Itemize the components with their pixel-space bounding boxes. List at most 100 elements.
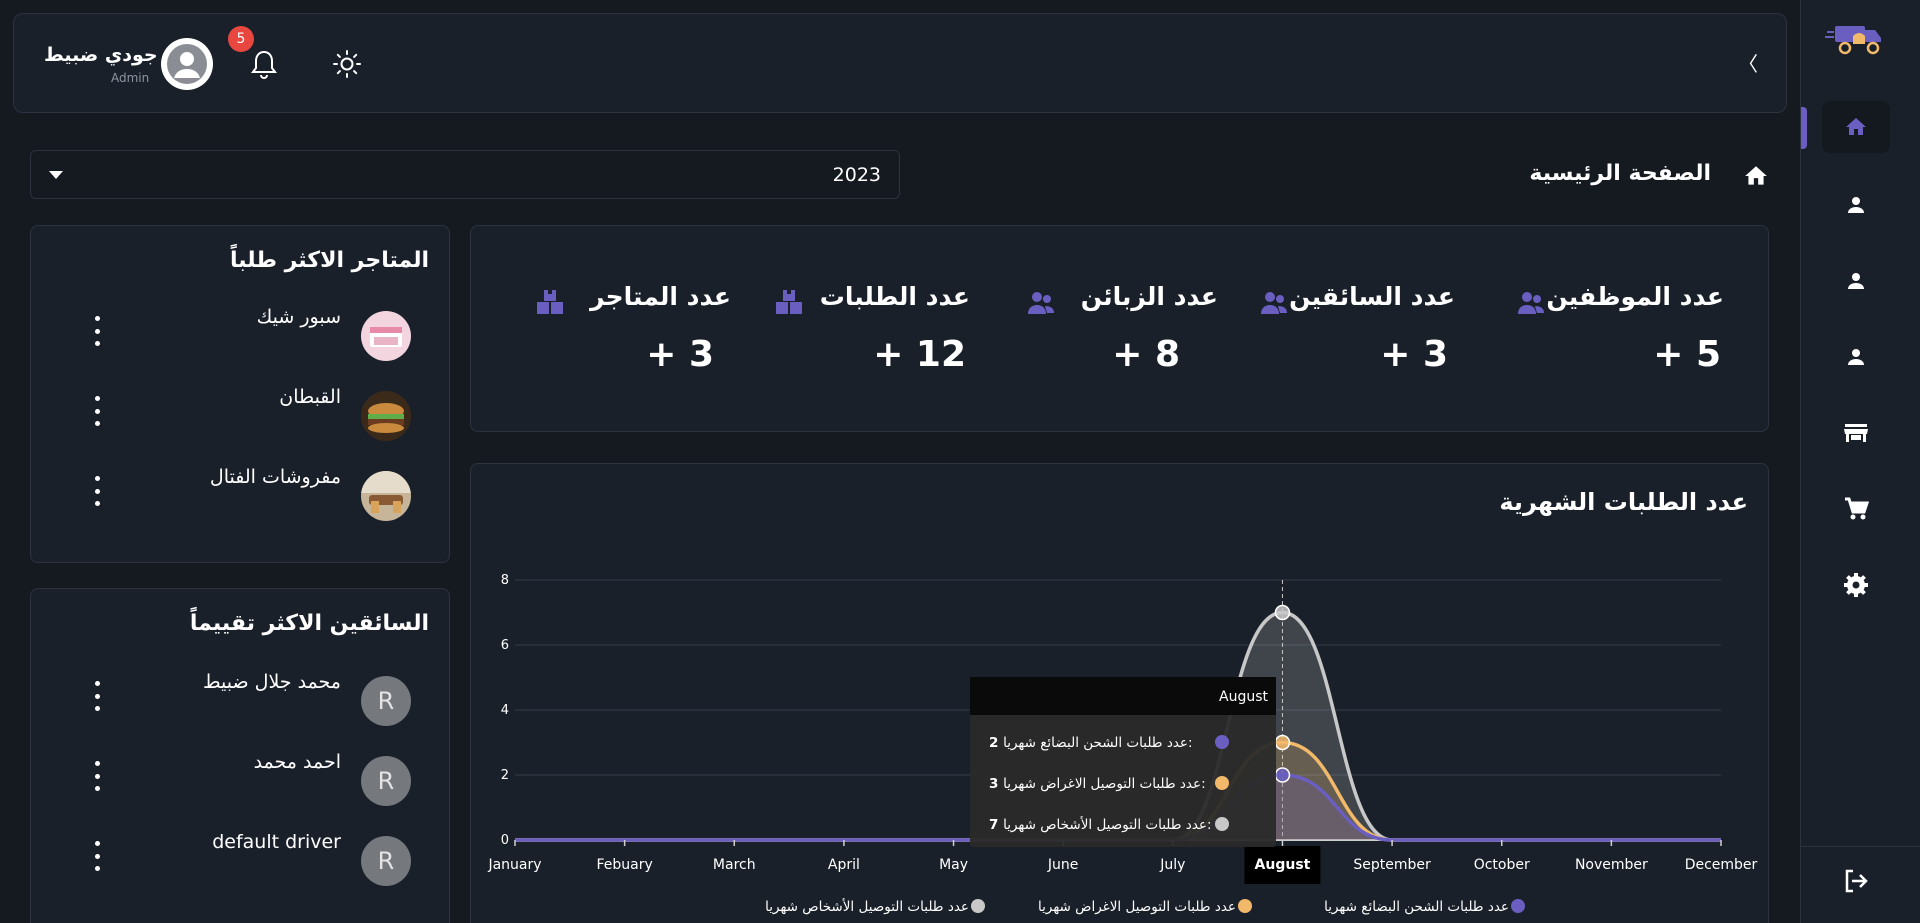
x-tick-label: August (1255, 857, 1311, 873)
driver-avatar: R (361, 836, 411, 886)
list-item: سبور شيك (31, 306, 451, 366)
sidebar-item-employees[interactable] (1822, 179, 1890, 231)
sidebar-item-stores[interactable] (1822, 407, 1890, 459)
list-item: R محمد جلال ضبيط (31, 671, 451, 731)
legend-label: عدد طلبات التوصيل الأشخاص شهريا (765, 898, 969, 915)
boxes-icon (537, 290, 563, 314)
more-options-button[interactable] (87, 761, 107, 791)
stat-label: عدد الطلبات (819, 282, 970, 311)
stat-value: + 5 (1653, 334, 1721, 375)
legend-marker (971, 899, 985, 913)
x-tick-label: March (713, 857, 756, 873)
stat-value: + 3 (1380, 334, 1448, 375)
settings-icon (1844, 573, 1868, 597)
store-icon (1844, 424, 1868, 442)
person-icon (1848, 273, 1864, 289)
more-options-button[interactable] (87, 396, 107, 426)
stat-label: عدد المتاجر (590, 282, 731, 311)
driver-name: محمد جلال ضبيط (202, 671, 341, 693)
store-logo (361, 471, 411, 521)
stat-value: + 3 (646, 334, 714, 375)
stats-card: عدد الموظفين + 5 عدد السائقين + 3 عدد ال… (470, 225, 1769, 432)
y-tick-label: 0 (501, 833, 509, 848)
tooltip-row-text: 2 عدد طلبات الشحن البضائع شهريا: (989, 735, 1193, 751)
sidebar-item-settings[interactable] (1822, 559, 1890, 611)
more-options-button[interactable] (87, 681, 107, 711)
monthly-orders-chart[interactable]: 0 2 4 6 8 January Febuary March April May June July… (471, 464, 1768, 923)
tooltip-title: August (1219, 689, 1269, 705)
legend-label: عدد طلبات الشحن البضائع شهريا (1324, 899, 1509, 915)
notifications-button[interactable] (249, 47, 283, 81)
logout-icon (1845, 869, 1868, 893)
top-stores-title: المتاجر الاكثر طلباً (230, 248, 429, 273)
store-name: سبور شيك (256, 306, 341, 328)
store-logo (361, 391, 411, 441)
y-tick-label: 8 (501, 573, 509, 588)
data-point (1274, 604, 1291, 621)
y-tick-label: 6 (501, 638, 509, 653)
tooltip-row-text: 3 عدد طلبات التوصيل الاغراض شهريا: (989, 776, 1206, 792)
x-tick-label: January (487, 857, 541, 873)
sidebar-item-home[interactable] (1822, 101, 1890, 153)
legend-label: عدد طلبات التوصيل الاغراض شهريا (1038, 899, 1236, 915)
collapse-sidebar-button[interactable]: 〈 (1738, 48, 1758, 77)
notification-count: 5 (236, 31, 246, 47)
x-tick-label: September (1353, 857, 1431, 873)
logout-button[interactable] (1822, 855, 1890, 907)
x-tick-label: December (1685, 857, 1758, 873)
active-nav-indicator (1801, 107, 1807, 149)
tooltip-marker (1215, 776, 1229, 790)
sidebar (1800, 0, 1920, 923)
stat-label: عدد الزبائن (1080, 282, 1218, 311)
driver-name: احمد محمد (253, 751, 341, 773)
tooltip-marker (1215, 735, 1229, 749)
page-title: الصفحة الرئيسية (1529, 161, 1711, 186)
avatar[interactable] (161, 38, 213, 90)
store-logo (361, 311, 411, 361)
theme-toggle-button[interactable] (332, 49, 362, 79)
sun-icon (333, 50, 361, 78)
user-role: Admin (111, 71, 150, 85)
user-avatar-icon (167, 44, 207, 84)
person-icon (1848, 349, 1864, 365)
x-tick-label: April (828, 857, 860, 873)
bell-icon (251, 50, 277, 80)
top-drivers-title: السائقين الاكثر تقييماً (189, 611, 429, 636)
x-tick-label: June (1047, 857, 1079, 873)
store-name: القبطان (279, 386, 341, 408)
x-tick-label: May (939, 857, 968, 873)
year-select[interactable]: 2023 (30, 150, 900, 199)
x-tick-label: July (1159, 857, 1185, 873)
y-tick-label: 4 (501, 703, 509, 718)
x-tick-label: Febuary (596, 857, 652, 873)
x-tick-label: November (1575, 857, 1648, 873)
sidebar-item-orders[interactable] (1822, 483, 1890, 535)
sidebar-item-customers[interactable] (1822, 331, 1890, 383)
person-icon (1848, 197, 1864, 213)
top-stores-card: المتاجر الاكثر طلباً سبور شيك القبطان مف… (30, 225, 450, 563)
app-logo[interactable] (1825, 22, 1891, 58)
year-select-value: 2023 (832, 164, 881, 186)
store-name: مفروشات الفتال (209, 466, 341, 488)
list-item: مفروشات الفتال (31, 466, 451, 526)
driver-avatar: R (361, 676, 411, 726)
legend-marker (1511, 899, 1525, 913)
more-options-button[interactable] (87, 476, 107, 506)
tooltip-row-text: 7 عدد طلبات التوصيل الأشخاص شهريا: (989, 816, 1212, 833)
list-item: R default driver (31, 831, 451, 891)
cart-icon (1845, 497, 1869, 520)
more-options-button[interactable] (87, 841, 107, 871)
sidebar-item-drivers[interactable] (1822, 255, 1890, 307)
list-item: القبطان (31, 386, 451, 446)
top-drivers-card: السائقين الاكثر تقييماً R محمد جلال ضبيط… (30, 588, 450, 923)
home-icon (1846, 118, 1866, 135)
stat-label: عدد الموظفين (1546, 282, 1724, 311)
sidebar-divider (1801, 846, 1920, 847)
more-options-button[interactable] (87, 316, 107, 346)
x-tick-label: October (1474, 857, 1530, 873)
top-header: 〈 5 جودي ضبيط Admin (13, 13, 1787, 113)
driver-avatar: R (361, 756, 411, 806)
users-icon (1028, 292, 1054, 314)
driver-name: default driver (212, 831, 341, 853)
stat-value: + 12 (873, 334, 966, 375)
